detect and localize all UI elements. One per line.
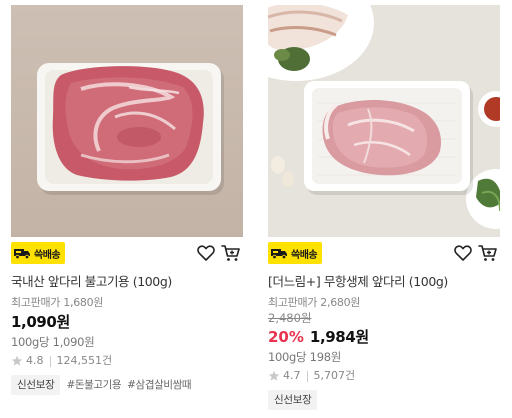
truck-icon	[271, 249, 287, 260]
cart-icon	[221, 245, 240, 261]
star-icon	[11, 355, 23, 366]
ssg-delivery-badge: 쓱배송	[268, 242, 323, 264]
unit-price: 100g당 1,090원	[11, 335, 95, 349]
product-image[interactable]	[268, 5, 500, 237]
rating-score: 4.8	[26, 354, 44, 367]
hashtag[interactable]: #삼겹살비쌈때	[127, 379, 191, 391]
badge-label: 쓱배송	[34, 249, 61, 261]
review-count: 124,551건	[56, 354, 113, 367]
badge-label: 쓱배송	[291, 249, 318, 261]
rating-row: 4.8 124,551건	[11, 354, 243, 368]
product-title[interactable]: [더느림+] 무항생제 앞다리 (100g)	[268, 274, 500, 290]
product-image[interactable]	[11, 5, 243, 237]
price-row: 1,090원	[11, 312, 243, 332]
divider	[306, 370, 308, 382]
product-card[interactable]: 쓱배송 국내산 앞다리 불고기용 (100g) 최고판매가 1,680원 1,0…	[11, 5, 243, 395]
heart-icon	[454, 245, 472, 261]
product-photo	[268, 5, 500, 237]
ssg-delivery-badge: 쓱배송	[11, 242, 66, 264]
wishlist-button[interactable]	[195, 242, 217, 264]
product-card[interactable]: 쓱배송 [더느림+] 무항생제 앞다리 (100g) 최고판매가 2,680원 …	[268, 5, 500, 410]
max-price-label: 최고판매가 1,680원	[11, 296, 104, 309]
max-price-label: 최고판매가 2,680원	[268, 296, 361, 309]
add-to-cart-button[interactable]	[477, 242, 499, 264]
sale-price: 1,090원	[11, 313, 70, 331]
original-price: 2,480원	[268, 311, 312, 325]
wishlist-button[interactable]	[452, 242, 474, 264]
truck-icon	[14, 249, 30, 260]
unit-price: 100g당 198원	[268, 350, 342, 364]
discount-rate: 20%	[268, 328, 304, 346]
rating-row: 4.7 5,707건	[268, 369, 500, 383]
tag-fresh-guarantee: 신선보장	[268, 390, 318, 410]
product-title[interactable]: 국내산 앞다리 불고기용 (100g)	[11, 274, 243, 290]
heart-icon	[197, 245, 215, 261]
tag-list: 신선보장 #돈불고기용 #삼겹살비쌈때	[11, 375, 243, 395]
tag-list: 신선보장	[268, 390, 500, 410]
tag-fresh-guarantee: 신선보장	[11, 375, 61, 395]
sale-price: 1,984원	[309, 328, 369, 346]
price-row: 20% 1,984원	[268, 327, 500, 347]
review-count: 5,707건	[313, 369, 356, 382]
product-photo	[11, 5, 243, 237]
rating-score: 4.7	[283, 369, 301, 382]
hashtag[interactable]: #돈불고기용	[66, 379, 121, 391]
cart-icon	[478, 245, 497, 261]
star-icon	[268, 370, 280, 381]
divider	[49, 355, 51, 367]
add-to-cart-button[interactable]	[220, 242, 242, 264]
